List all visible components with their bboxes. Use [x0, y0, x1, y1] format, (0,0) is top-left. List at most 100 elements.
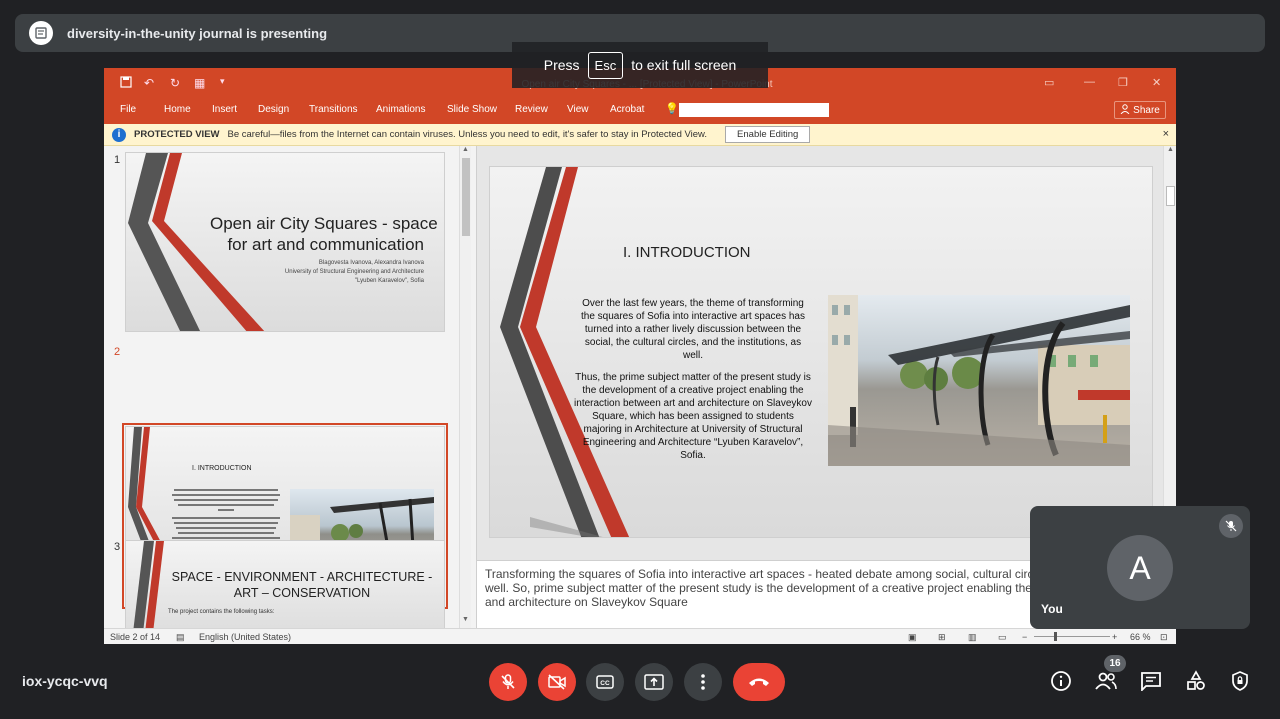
- fullscreen-toast: Press Esc to exit full screen: [512, 42, 768, 88]
- slide-thumbnail-1[interactable]: Open air City Squares - space for art an…: [125, 152, 445, 332]
- language-label[interactable]: English (United States): [199, 632, 291, 642]
- ppt-status-bar: Slide 2 of 14 ▤ English (United States) …: [104, 628, 1176, 644]
- scroll-thumb[interactable]: [462, 158, 470, 236]
- lightbulb-icon: 💡: [665, 103, 679, 115]
- customize-qa-icon[interactable]: ▾: [220, 76, 225, 87]
- self-video-tile[interactable]: A You: [1030, 506, 1250, 629]
- mic-off-icon: [501, 674, 515, 689]
- tab-insert[interactable]: Insert: [212, 104, 237, 115]
- mic-toggle-button[interactable]: [489, 663, 527, 701]
- slide-thumbnails-pane: 1 Open air City Squares - space for art …: [104, 146, 476, 628]
- present-now-button[interactable]: [635, 663, 673, 701]
- camera-off-icon: [548, 674, 566, 690]
- tab-view[interactable]: View: [567, 104, 589, 115]
- thumb-number: 1: [114, 154, 121, 166]
- tell-me-input[interactable]: [679, 103, 829, 117]
- leave-call-button[interactable]: [733, 663, 785, 701]
- present-screen-icon: [644, 674, 664, 690]
- tab-transitions[interactable]: Transitions: [309, 104, 358, 115]
- slide-paragraph-2: Thus, the prime subject matter of the pr…: [574, 372, 812, 461]
- slide-heading: I. INTRODUCTION: [623, 244, 751, 261]
- people-icon: [1095, 672, 1117, 690]
- host-controls-button[interactable]: [1227, 668, 1253, 694]
- info-icon: [1051, 671, 1071, 691]
- minimize-icon[interactable]: —: [1084, 76, 1095, 88]
- presentation-icon: [29, 21, 53, 45]
- hang-up-icon: [749, 678, 769, 686]
- reading-view-icon[interactable]: ▥: [968, 632, 977, 643]
- spellcheck-icon[interactable]: ▤: [176, 632, 185, 643]
- zoom-slider[interactable]: [1034, 636, 1110, 637]
- redo-icon[interactable]: ↻: [170, 76, 180, 90]
- chat-icon: [1141, 672, 1161, 691]
- tab-file[interactable]: File: [120, 104, 136, 115]
- meeting-details-button[interactable]: [1048, 668, 1074, 694]
- scroll-thumb[interactable]: [1166, 186, 1175, 206]
- scroll-up-icon[interactable]: ▲: [462, 146, 469, 153]
- tab-animations[interactable]: Animations: [376, 104, 425, 115]
- slide-sorter-icon[interactable]: ⊞: [938, 632, 946, 643]
- thumb-number: 3: [114, 541, 121, 553]
- protected-view-label: PROTECTED VIEW: [134, 129, 220, 140]
- more-vert-icon: [701, 674, 705, 690]
- enable-editing-button[interactable]: Enable Editing: [725, 126, 811, 143]
- person-icon: [1120, 103, 1130, 117]
- current-slide: I. INTRODUCTION Over the last few years,…: [489, 166, 1153, 538]
- esc-key-badge: Esc: [587, 51, 624, 79]
- chat-button[interactable]: [1138, 668, 1164, 694]
- toast-rest: to exit full screen: [631, 57, 737, 73]
- mic-off-icon: [1219, 514, 1243, 538]
- share-label: Share: [1133, 104, 1160, 116]
- scroll-up-icon[interactable]: ▲: [1167, 146, 1174, 153]
- activities-icon: [1187, 670, 1205, 690]
- captions-button[interactable]: CC: [586, 663, 624, 701]
- tab-home[interactable]: Home: [164, 104, 191, 115]
- self-name-label: You: [1041, 602, 1063, 616]
- slide-thumbnail-3[interactable]: SPACE - ENVIRONMENT - ARCHITECTURE - ART…: [125, 540, 445, 628]
- zoom-in-icon[interactable]: +: [1112, 632, 1117, 642]
- camera-toggle-button[interactable]: [538, 663, 576, 701]
- zoom-out-icon[interactable]: −: [1022, 632, 1027, 642]
- square-photo: [828, 295, 1130, 466]
- thumb-title: I. INTRODUCTION: [192, 465, 252, 472]
- tab-review[interactable]: Review: [515, 104, 548, 115]
- slide-paragraph-1: Over the last few years, the theme of tr…: [580, 298, 805, 361]
- presenter-label: diversity-in-the-unity journal is presen…: [67, 25, 328, 41]
- save-icon[interactable]: [120, 76, 132, 91]
- restore-icon[interactable]: ❐: [1118, 76, 1128, 89]
- zoom-slider-thumb[interactable]: [1054, 632, 1057, 641]
- thumb-authors: Blagovesta Ivanova, Alexandra Ivanova Un…: [284, 260, 424, 284]
- fit-slide-icon[interactable]: ⊡: [1160, 632, 1168, 643]
- slide-counter: Slide 2 of 14: [110, 632, 161, 642]
- close-window-icon[interactable]: ✕: [1152, 76, 1161, 89]
- slide-scrollbar[interactable]: ▲: [1163, 146, 1176, 548]
- scroll-down-icon[interactable]: ▼: [462, 616, 469, 623]
- tab-slide-show[interactable]: Slide Show: [447, 104, 497, 115]
- share-button[interactable]: Share: [1114, 101, 1166, 119]
- tab-acrobat[interactable]: Acrobat: [610, 104, 644, 115]
- ribbon-display-icon[interactable]: ▭: [1044, 76, 1054, 89]
- thumb-number: 2: [114, 346, 121, 358]
- activities-button[interactable]: [1183, 668, 1209, 694]
- protected-view-message: Be careful—files from the Internet can c…: [227, 129, 708, 140]
- info-icon: i: [112, 127, 126, 142]
- normal-view-icon[interactable]: ▣: [908, 632, 917, 643]
- shield-lock-icon: [1232, 671, 1248, 691]
- thumb-body: The project contains the following tasks…: [168, 609, 275, 615]
- close-icon[interactable]: ×: [1163, 128, 1169, 140]
- svg-text:CC: CC: [600, 680, 610, 687]
- more-options-button[interactable]: [684, 663, 722, 701]
- slideshow-view-icon[interactable]: ▭: [998, 632, 1007, 643]
- protected-view-bar: i PROTECTED VIEW Be careful—files from t…: [104, 124, 1176, 146]
- participant-count-badge: 16: [1104, 655, 1126, 672]
- zoom-level[interactable]: 66 %: [1130, 632, 1151, 642]
- captions-icon: CC: [596, 675, 614, 689]
- shared-screen: ↶ ↻ ▦ ▾ Open air City Squares - ... [Pro…: [104, 68, 1176, 644]
- present-icon[interactable]: ▦: [194, 76, 205, 90]
- tab-design[interactable]: Design: [258, 104, 289, 115]
- ppt-ribbon: File Home Insert Design Transitions Anim…: [104, 98, 1176, 124]
- undo-icon[interactable]: ↶: [144, 76, 154, 90]
- thumb-title: SPACE - ENVIRONMENT - ARCHITECTURE - ART…: [171, 570, 433, 600]
- avatar: A: [1107, 535, 1173, 601]
- thumbs-scrollbar[interactable]: ▲ ▼: [459, 146, 471, 628]
